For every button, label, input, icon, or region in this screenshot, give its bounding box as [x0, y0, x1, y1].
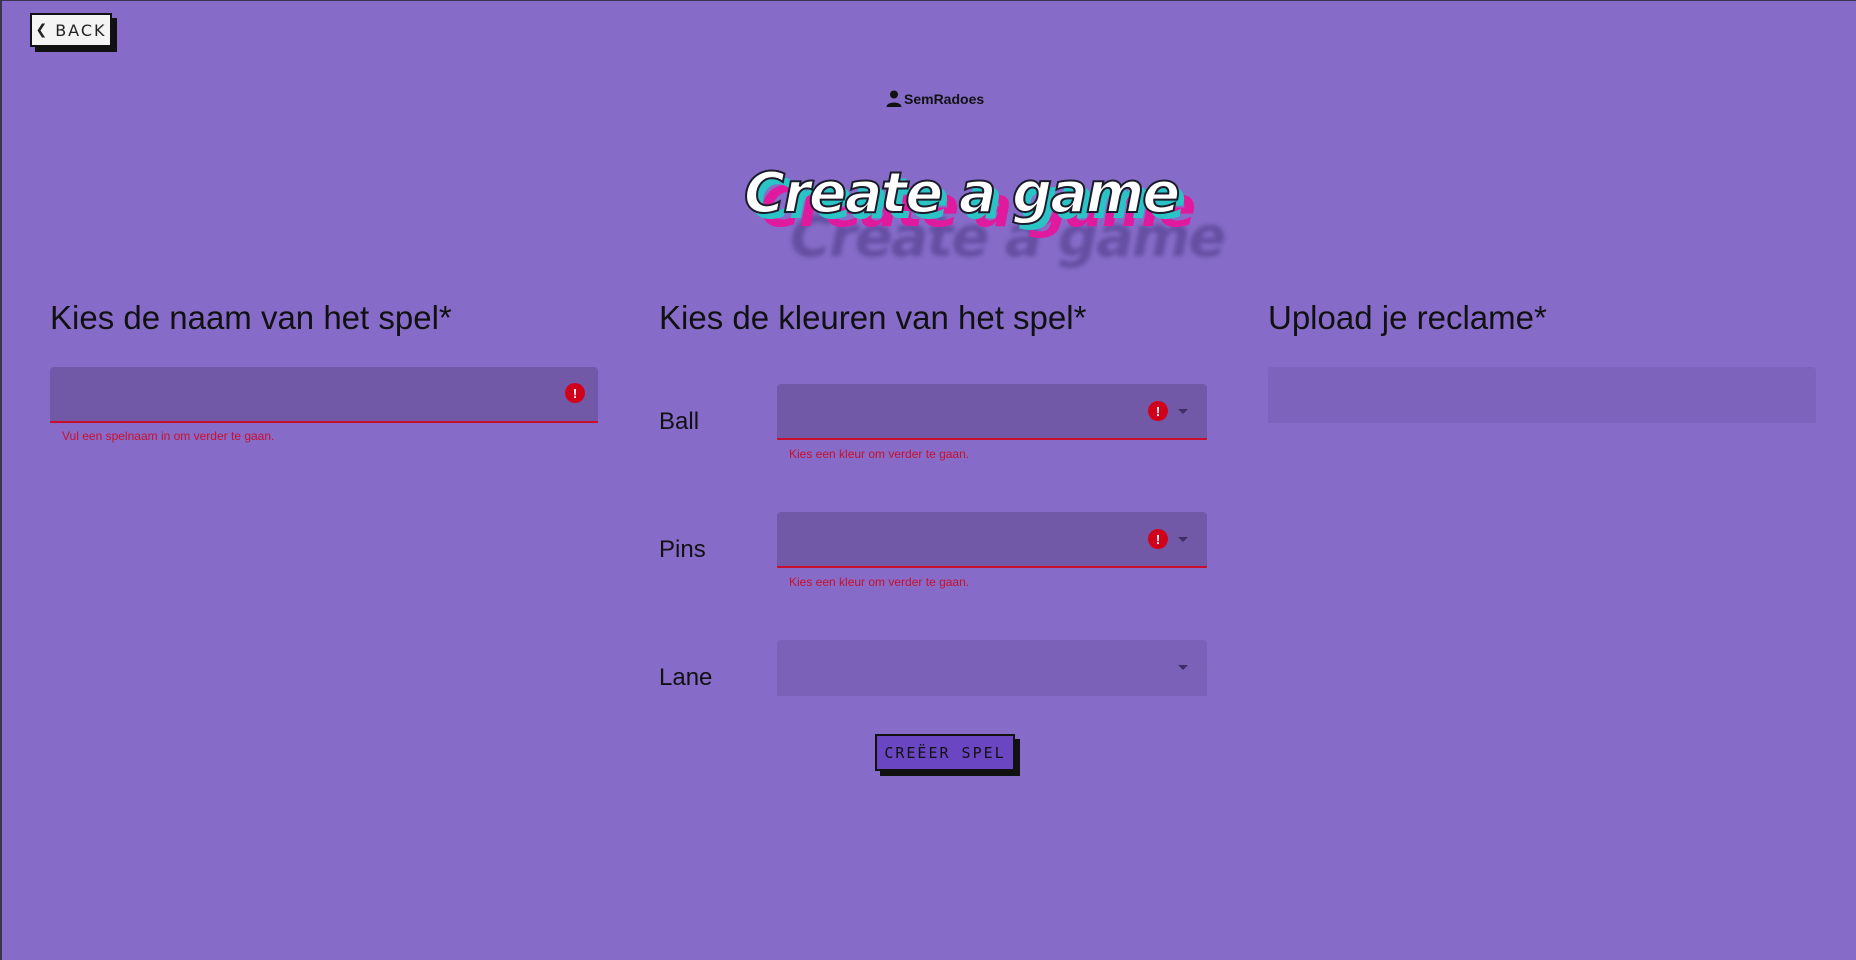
username: SemRadoes	[904, 90, 985, 107]
ball-color-error: Kies een kleur om verder te gaan.	[789, 447, 970, 461]
name-heading: Kies de naam van het spel*	[50, 299, 452, 336]
user-info: SemRadoes	[886, 90, 984, 107]
game-name-input[interactable]: !	[50, 367, 598, 423]
create-game-button[interactable]: CREËER SPEL	[875, 734, 1015, 771]
dropdown-caret-icon	[1178, 409, 1188, 414]
chevron-left-icon: ❮	[35, 22, 48, 38]
pins-color-select[interactable]: !	[777, 512, 1207, 568]
page-title-text: Create a game	[743, 160, 1181, 227]
upload-heading: Upload je reclame*	[1268, 299, 1547, 336]
error-icon: !	[565, 383, 585, 403]
pins-color-error: Kies een kleur om verder te gaan.	[789, 575, 970, 589]
ball-label: Ball	[659, 408, 700, 435]
error-icon: !	[1148, 529, 1168, 549]
back-button[interactable]: ❮ BACK	[30, 13, 112, 47]
pins-label: Pins	[659, 536, 706, 563]
error-icon: !	[1148, 401, 1168, 421]
ball-color-select[interactable]: !	[777, 384, 1207, 440]
dropdown-caret-icon	[1178, 537, 1188, 542]
user-icon	[886, 90, 902, 107]
page-title: Create a game Create a game Create a gam…	[742, 160, 1226, 271]
colors-heading: Kies de kleuren van het spel*	[659, 299, 1087, 336]
ad-upload-field[interactable]	[1268, 367, 1816, 423]
lane-label: Lane	[659, 664, 713, 691]
back-button-label: BACK	[55, 20, 107, 40]
dropdown-caret-icon	[1178, 665, 1188, 670]
game-name-error: Vul een spelnaam in om verder te gaan.	[62, 429, 275, 443]
lane-color-select[interactable]	[777, 640, 1207, 696]
